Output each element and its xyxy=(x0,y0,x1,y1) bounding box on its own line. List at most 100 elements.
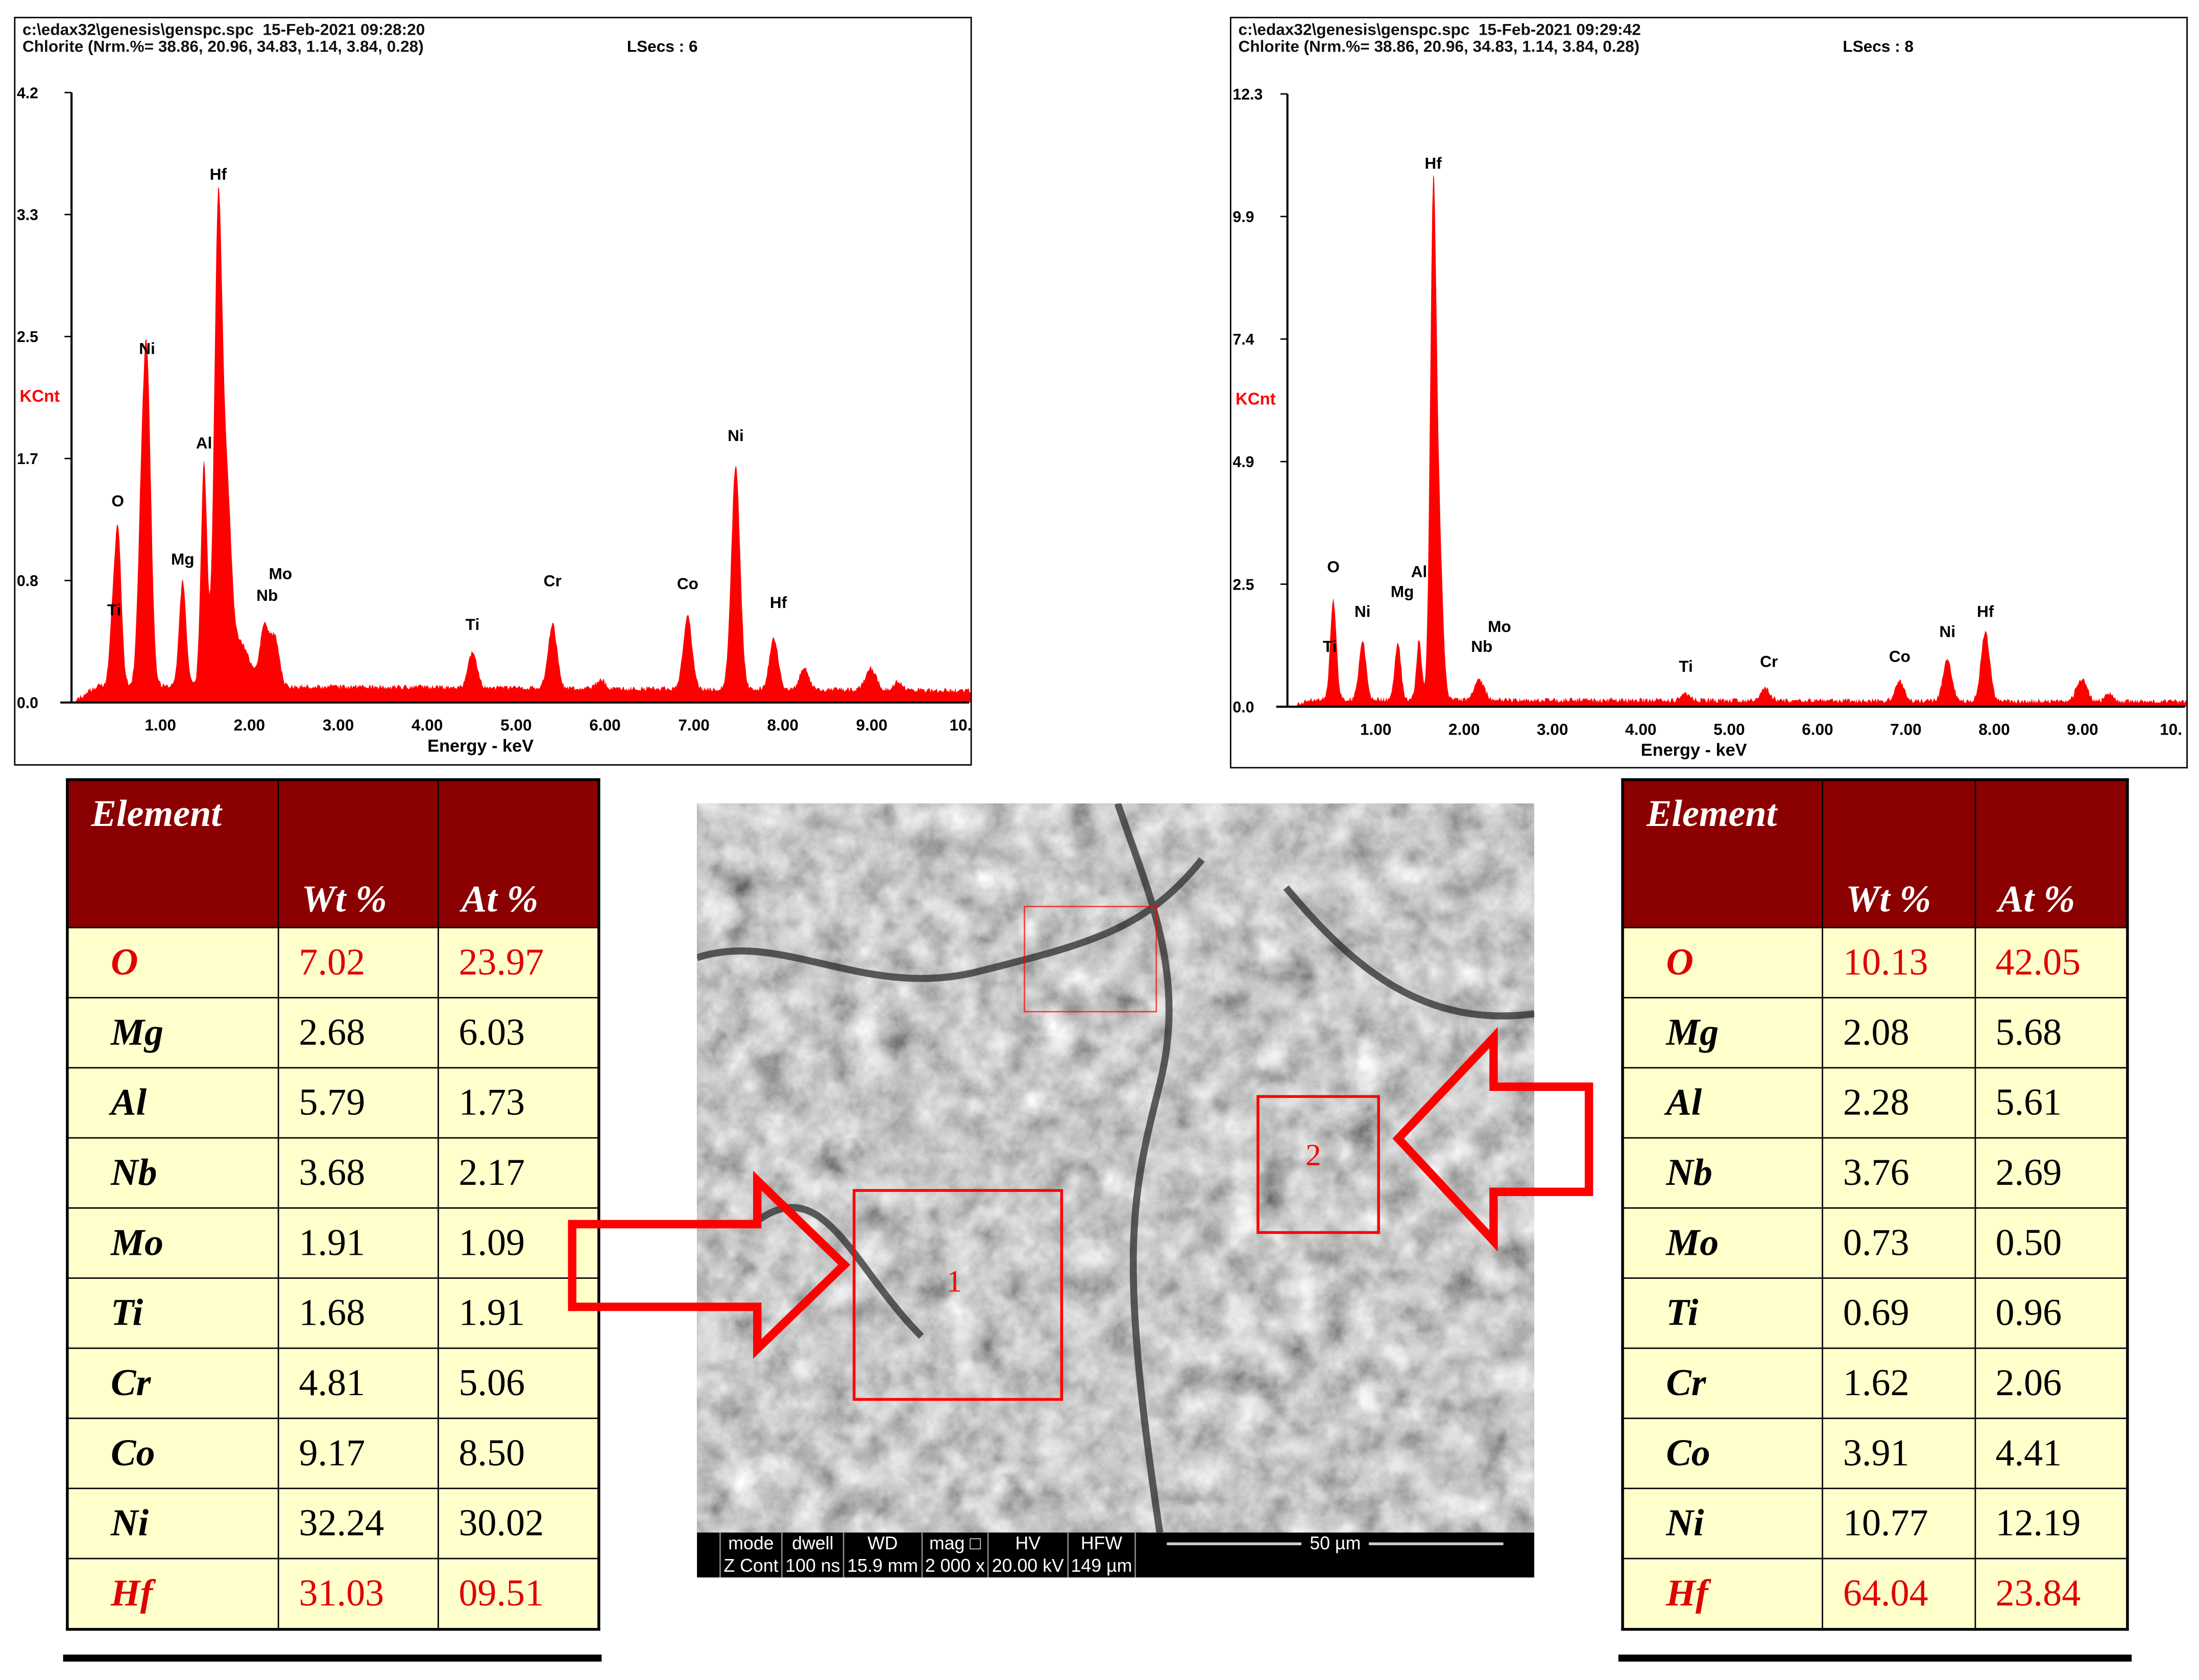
peak-label: Mo xyxy=(1488,617,1511,636)
x-tick-label: 4.00 xyxy=(412,716,443,734)
peak-label: Ni xyxy=(139,339,155,357)
table-row: Cr 4.81 5.06 xyxy=(66,1347,600,1419)
x-tick-label: 1.00 xyxy=(144,716,176,734)
peak-label: Mo xyxy=(269,564,293,582)
x-tick-label: 7.00 xyxy=(678,716,709,734)
table-row: Cr 1.62 2.06 xyxy=(1622,1347,2129,1419)
wt-cell: 4.81 xyxy=(278,1347,439,1419)
wt-cell: 0.69 xyxy=(1822,1277,1976,1349)
spectrum-plot: 4.2 3.3 2.5 1.7 0.8 0.0 KCnt 1.00 2.00 3.00 4.00 5.… xyxy=(17,85,971,756)
y-tick-label: 4.2 xyxy=(17,85,38,102)
wt-cell: 3.68 xyxy=(278,1137,439,1209)
peak-label: Ni xyxy=(728,426,744,445)
element-cell: Nb xyxy=(1622,1137,1824,1209)
spectrum-trace xyxy=(1292,175,2187,707)
wt-cell: 64.04 xyxy=(1822,1557,1976,1630)
region-label-1: 1 xyxy=(947,1263,962,1299)
peak-label: Ti xyxy=(466,615,480,634)
y-tick-label: 0.0 xyxy=(1233,699,1254,716)
at-cell: 23.97 xyxy=(438,927,600,999)
table-row: Ni 32.24 30.02 xyxy=(66,1488,600,1560)
column-header: At % xyxy=(1974,778,2129,929)
wt-cell: 1.62 xyxy=(1822,1347,1976,1419)
table-row: Co 3.91 4.41 xyxy=(1622,1418,2129,1490)
column-header: Element xyxy=(1622,778,1824,929)
sem-info-cell: HFW 149 µm xyxy=(1067,1532,1135,1578)
y-tick-label: 1.7 xyxy=(17,451,38,468)
table-row: Hf 31.03 09.51 xyxy=(66,1557,600,1630)
wt-cell: 10.13 xyxy=(1822,927,1976,999)
y-tick-label: 7.4 xyxy=(1233,331,1254,348)
peak-label: Al xyxy=(196,433,212,452)
sem-info-cell: HV 20.00 kV xyxy=(987,1532,1067,1578)
wt-cell: 9.17 xyxy=(278,1418,439,1490)
element-cell: Mo xyxy=(1622,1207,1824,1279)
wt-cell: 2.08 xyxy=(1822,996,1976,1069)
y-tick-label: 4.9 xyxy=(1233,454,1254,471)
table-row: Mo 0.73 0.50 xyxy=(1622,1207,2129,1279)
column-header: Wt % xyxy=(278,778,439,929)
y-tick-label: 0.8 xyxy=(17,573,38,590)
x-tick-label: 6.00 xyxy=(1802,720,1833,738)
table-rule xyxy=(63,1654,602,1662)
wt-cell: 31.03 xyxy=(278,1557,439,1630)
x-tick-label: 4.00 xyxy=(1625,720,1656,738)
peak-label: Ti xyxy=(107,600,122,619)
element-cell: Co xyxy=(66,1418,279,1490)
wt-cell: 32.24 xyxy=(278,1488,439,1560)
wt-cell: 1.68 xyxy=(278,1277,439,1349)
peak-label: Hf xyxy=(1977,602,1994,621)
peak-label: Mg xyxy=(171,550,195,568)
peak-label: Ti xyxy=(1323,637,1337,655)
element-cell: O xyxy=(1622,927,1824,999)
x-tick-label: 2.00 xyxy=(1448,720,1480,738)
peak-label: Co xyxy=(1889,647,1911,666)
y-tick-label: 0.0 xyxy=(17,695,38,712)
table-row: O 10.13 42.05 xyxy=(1622,927,2129,999)
table-row: Ti 1.68 1.91 xyxy=(66,1277,600,1349)
table-row: Mo 1.91 1.09 xyxy=(66,1207,600,1279)
element-cell: Cr xyxy=(66,1347,279,1419)
column-header: At % xyxy=(438,778,600,929)
y-axis-label: KCnt xyxy=(1236,389,1276,408)
table-row: Ti 0.69 0.96 xyxy=(1622,1277,2129,1349)
x-tick-label: 9.00 xyxy=(2067,720,2098,738)
peak-label: Ni xyxy=(1939,622,1955,641)
peak-label: Hf xyxy=(1424,154,1442,172)
wt-cell: 3.91 xyxy=(1822,1418,1976,1490)
x-tick-label: 9.00 xyxy=(856,716,887,734)
y-tick-label: 2.5 xyxy=(17,329,38,346)
at-cell: 8.50 xyxy=(438,1418,600,1490)
table-row: Mg 2.68 6.03 xyxy=(66,996,600,1069)
x-tick-label: 5.00 xyxy=(1713,720,1745,738)
element-cell: Mg xyxy=(66,996,279,1069)
wt-cell: 0.73 xyxy=(1822,1207,1976,1279)
eds-spectrum-left: c:\edax32\genesis\genspc.spc 15-Feb-2021… xyxy=(14,16,972,766)
at-cell: 12.19 xyxy=(1974,1488,2129,1560)
table-row: Nb 3.68 2.17 xyxy=(66,1137,600,1209)
arrow-left-icon xyxy=(1392,1027,1593,1252)
at-cell: 6.03 xyxy=(438,996,600,1069)
eds-spectrum-right: c:\edax32\genesis\genspc.spc 15-Feb-2021… xyxy=(1229,16,2188,769)
y-axis-label: KCnt xyxy=(19,386,60,405)
sem-info-bar: mode Z Cont dwell 100 ns WD 15.9 mm mag □ 2 000… xyxy=(697,1532,1534,1578)
sem-info-cell: mode Z Cont xyxy=(719,1532,781,1578)
x-tick-label: 1.00 xyxy=(1360,720,1391,738)
peak-label: Cr xyxy=(544,572,562,590)
table-row: Nb 3.76 2.69 xyxy=(1622,1137,2129,1209)
element-cell: Ti xyxy=(66,1277,279,1349)
composition-table-right: Element Wt % At % O 10.13 42.05 Mg 2.08 5.68 Al 2.… xyxy=(1621,778,2129,1631)
peak-label: Mg xyxy=(1391,582,1414,601)
table-row: O 7.02 23.97 xyxy=(66,927,600,999)
peak-label: Nb xyxy=(256,586,278,604)
element-cell: Mg xyxy=(1622,996,1824,1069)
at-cell: 2.69 xyxy=(1974,1137,2129,1209)
wt-cell: 3.76 xyxy=(1822,1137,1976,1209)
peak-label: Hf xyxy=(210,165,227,183)
x-tick-label: 10. xyxy=(2160,720,2182,738)
element-cell: Hf xyxy=(1622,1557,1824,1630)
peak-label: Ni xyxy=(1355,602,1371,621)
at-cell: 5.61 xyxy=(1974,1067,2129,1139)
x-tick-label: 10. xyxy=(950,716,971,734)
table-rule xyxy=(1618,1654,2132,1662)
